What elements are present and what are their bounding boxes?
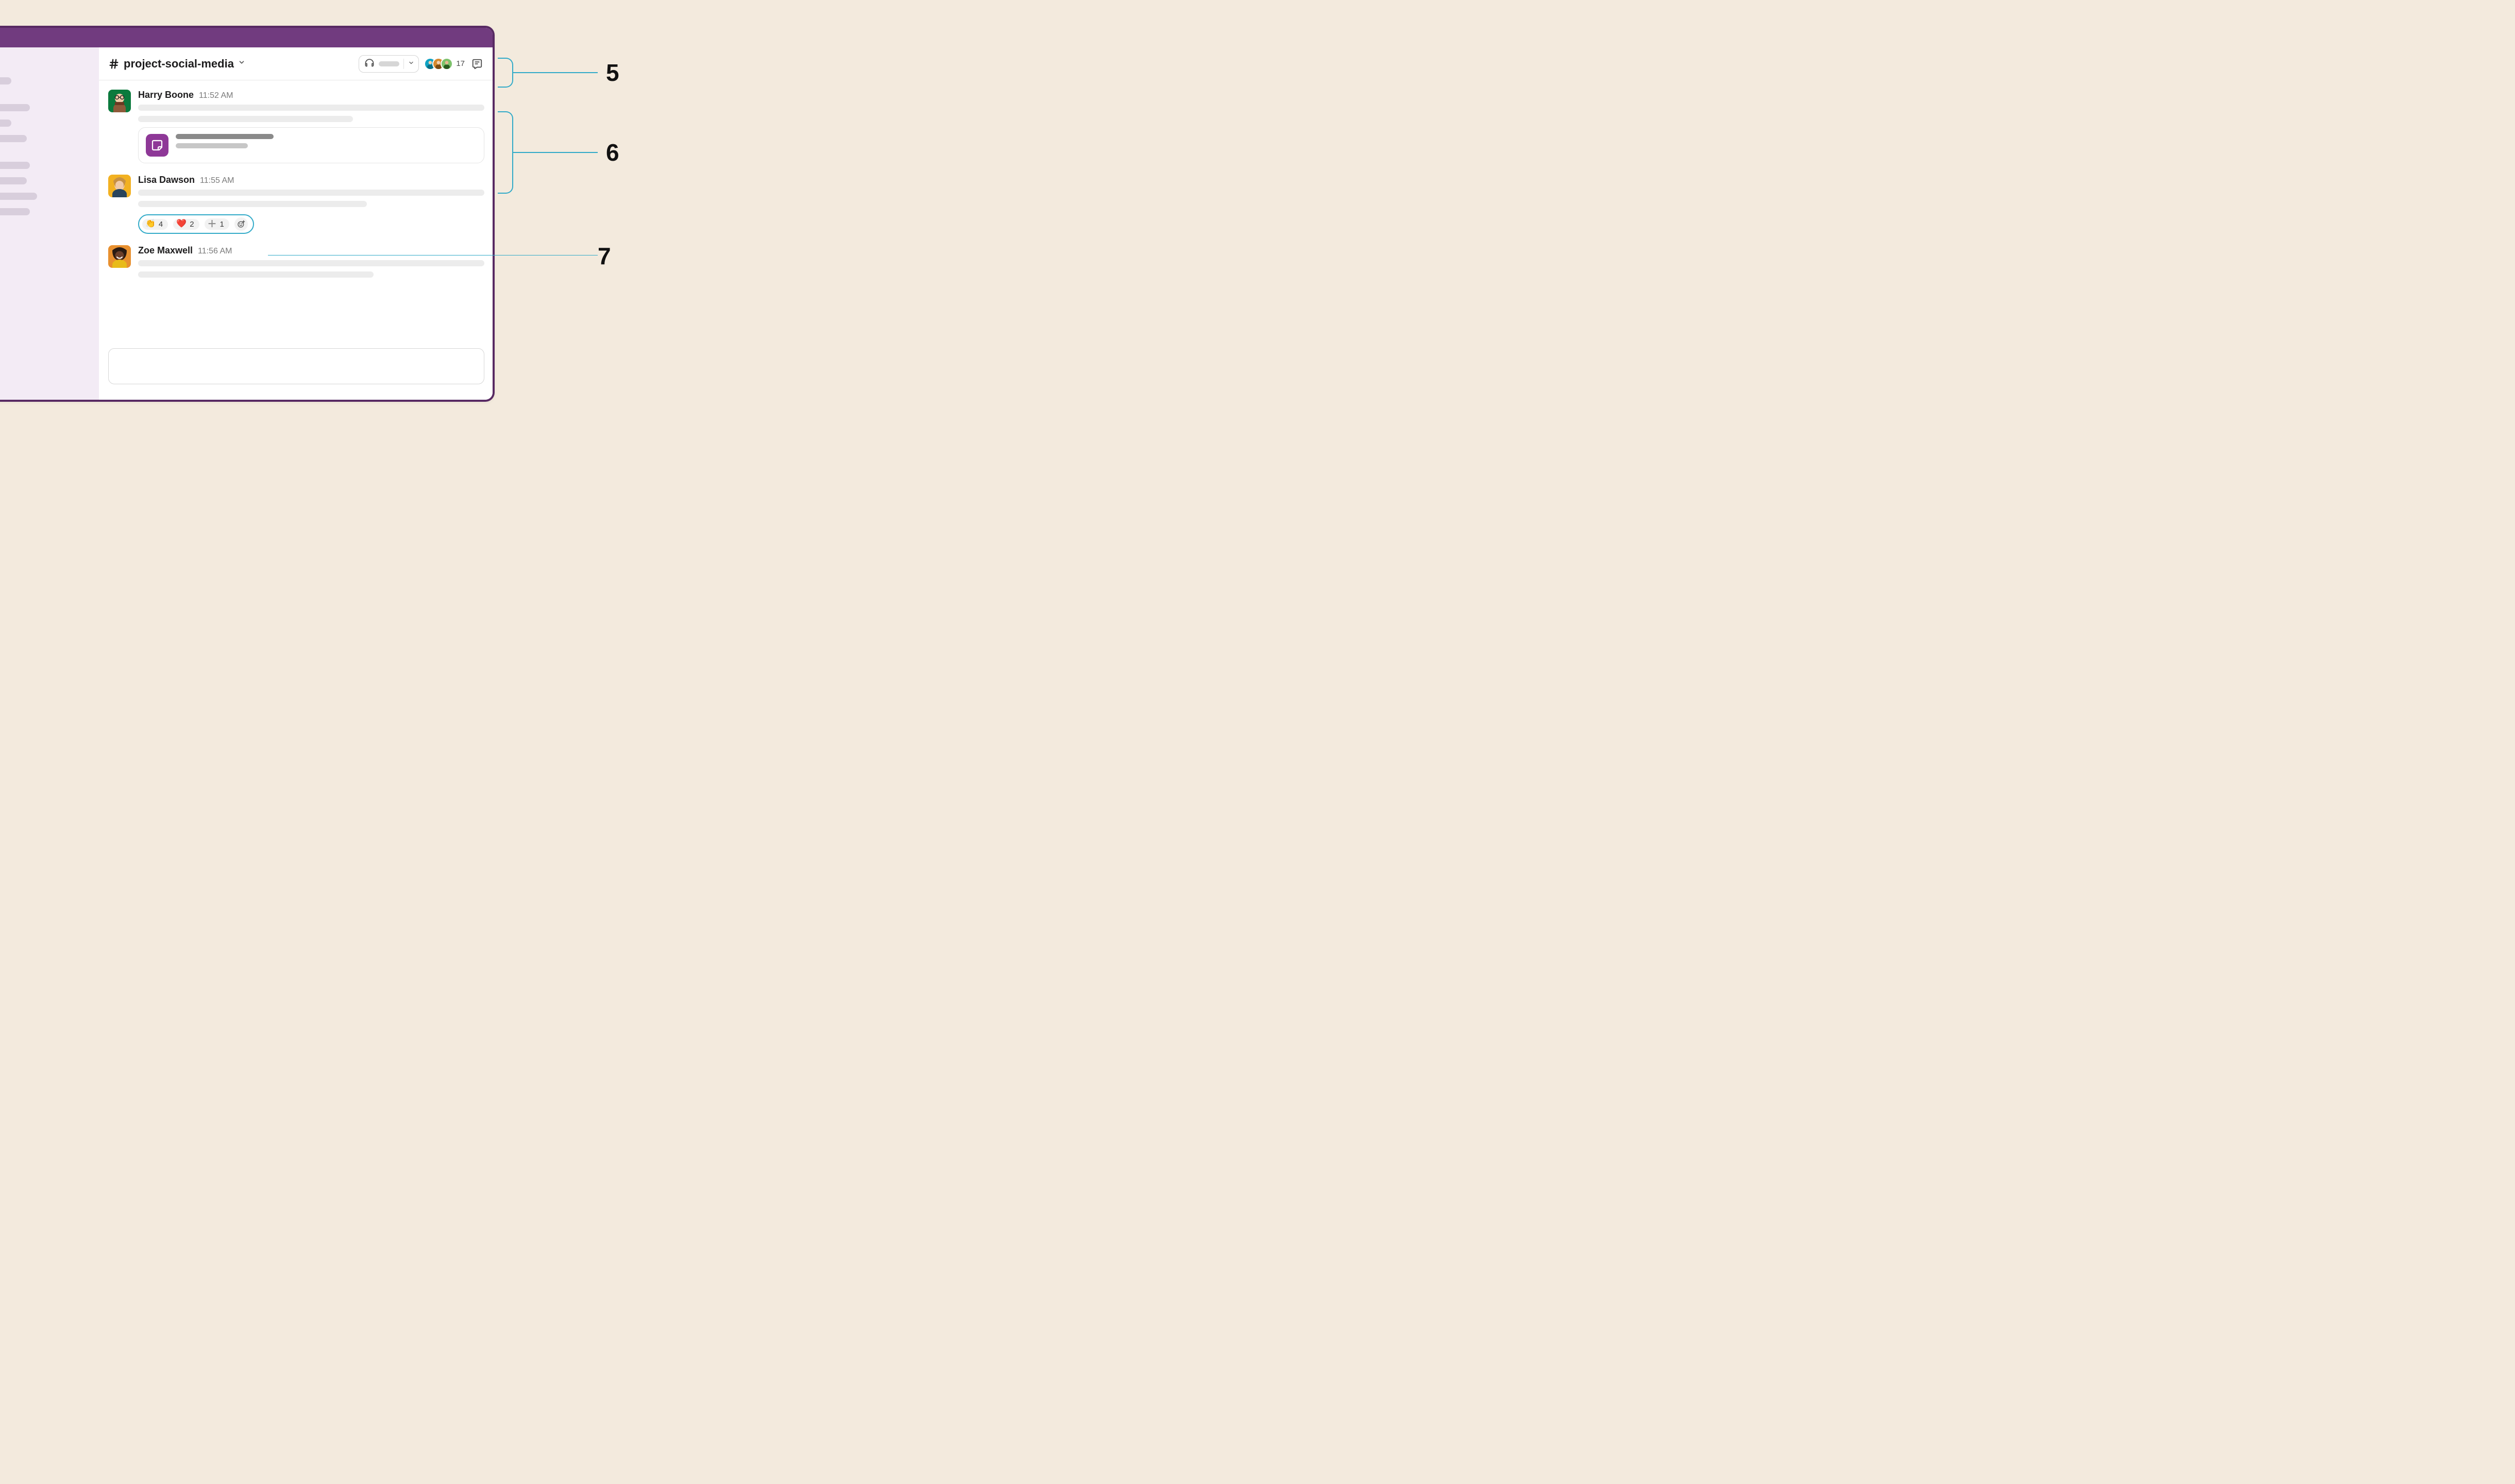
app-body: project-social-media — [0, 47, 493, 400]
message-author[interactable]: Lisa Dawson — [138, 175, 195, 185]
annotation-label: 5 — [606, 59, 619, 87]
chevron-down-icon — [408, 59, 414, 69]
annotation-label: 6 — [606, 139, 619, 166]
reaction-pill[interactable]: ❤️ 2 — [173, 219, 199, 230]
avatar[interactable] — [108, 175, 131, 197]
note-icon — [146, 134, 168, 157]
sidebar-skeleton — [0, 208, 30, 215]
message[interactable]: Harry Boone 11:52 AM — [108, 90, 484, 163]
text-skeleton — [138, 271, 374, 278]
reaction-count: 2 — [190, 220, 194, 229]
reaction-pill[interactable]: ＋ 1 — [205, 218, 229, 230]
message[interactable]: Lisa Dawson 11:55 AM 👏 4 — [108, 175, 484, 234]
clap-emoji-icon: 👏 — [145, 220, 156, 228]
sidebar-skeleton — [0, 104, 30, 111]
message-author[interactable]: Zoe Maxwell — [138, 245, 193, 256]
sidebar-skeleton — [0, 193, 37, 200]
attachment-title-skeleton — [176, 134, 274, 139]
annotation-label: 7 — [598, 242, 611, 270]
add-reaction-button[interactable] — [234, 217, 248, 231]
avatar — [441, 58, 453, 70]
plus-icon: ＋ — [208, 219, 217, 229]
message-list: Harry Boone 11:52 AM — [99, 80, 493, 348]
member-count-button[interactable]: 17 — [424, 58, 465, 70]
message-timestamp[interactable]: 11:55 AM — [200, 176, 234, 185]
annotation-brace — [498, 58, 513, 88]
sidebar-skeleton — [0, 77, 11, 84]
member-avatars — [424, 58, 453, 70]
attachment-subtitle-skeleton — [176, 143, 248, 148]
window-title-bar — [0, 28, 493, 47]
channel-header: project-social-media — [99, 47, 493, 80]
reaction-count: 4 — [159, 220, 163, 229]
chevron-down-icon — [238, 59, 245, 69]
huddle-button[interactable] — [359, 55, 419, 73]
message[interactable]: Zoe Maxwell 11:56 AM — [108, 245, 484, 283]
annotation-connector — [513, 152, 598, 153]
hash-icon — [108, 58, 120, 70]
text-skeleton — [138, 260, 484, 266]
channel-content: project-social-media — [99, 47, 493, 400]
canvas-button[interactable] — [470, 57, 484, 71]
message-author[interactable]: Harry Boone — [138, 90, 194, 100]
avatar[interactable] — [108, 90, 131, 112]
sidebar-skeleton — [0, 120, 11, 127]
message-timestamp[interactable]: 11:56 AM — [198, 247, 232, 256]
sidebar-skeleton — [0, 177, 27, 184]
message-composer[interactable] — [108, 348, 484, 384]
sidebar-skeleton — [0, 162, 30, 169]
message-timestamp[interactable]: 11:52 AM — [199, 91, 233, 100]
illustration-stage: project-social-media — [0, 0, 783, 433]
reaction-pill[interactable]: 👏 4 — [142, 219, 168, 230]
text-skeleton — [138, 201, 367, 207]
huddle-skeleton — [379, 61, 399, 66]
member-count: 17 — [456, 59, 465, 68]
text-skeleton — [138, 105, 484, 111]
heart-emoji-icon: ❤️ — [176, 220, 187, 228]
reactions-row: 👏 4 ❤️ 2 ＋ 1 — [138, 214, 254, 234]
text-skeleton — [138, 190, 484, 196]
reaction-count: 1 — [220, 220, 224, 229]
attachment-card[interactable] — [138, 127, 484, 163]
channel-name: project-social-media — [124, 57, 234, 71]
annotation-connector — [513, 72, 598, 73]
annotation-brace — [498, 111, 513, 194]
sidebar-skeleton — [0, 135, 27, 142]
channel-name-button[interactable]: project-social-media — [108, 57, 245, 71]
sidebar — [0, 47, 99, 400]
text-skeleton — [138, 116, 353, 122]
avatar[interactable] — [108, 245, 131, 268]
slack-window: project-social-media — [0, 26, 495, 402]
headphones-icon — [364, 57, 375, 70]
